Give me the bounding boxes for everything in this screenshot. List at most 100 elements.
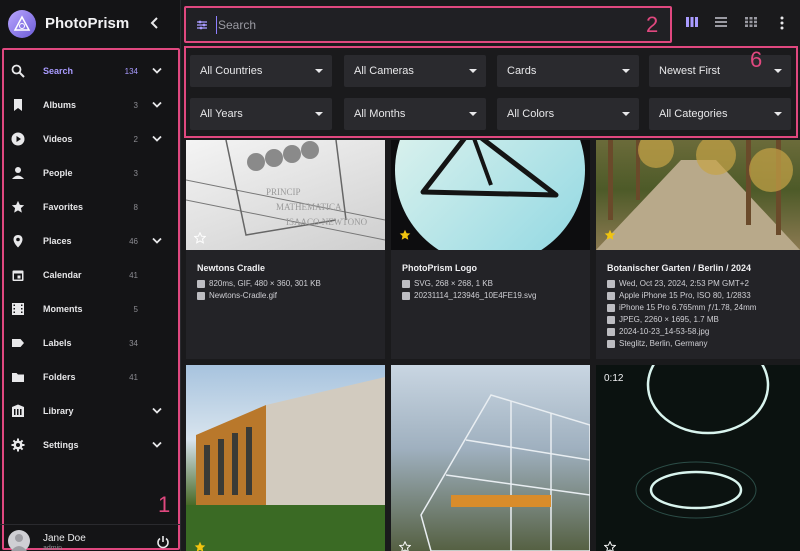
lens-icon — [607, 303, 615, 312]
sidebar: PhotoPrism Search 134 Albums 3 Videos 2 People… — [0, 0, 181, 551]
film-icon — [11, 302, 25, 316]
photo-thumbnail[interactable] — [186, 365, 385, 551]
svg-text:PRINCIP: PRINCIP — [266, 187, 301, 197]
photo-thumbnail[interactable] — [391, 140, 590, 250]
filter-color-select[interactable]: All Colors — [497, 98, 639, 130]
sidebar-item-moments[interactable]: Moments 5 — [0, 292, 181, 326]
sidebar-item-label: Albums — [43, 100, 77, 110]
chevron-down-icon[interactable] — [151, 65, 163, 77]
sidebar-item-favorites[interactable]: Favorites 8 — [0, 190, 181, 224]
chevron-down-icon[interactable] — [151, 235, 163, 247]
card-meta-line: 20231114_123946_10E4FE19.svg — [402, 291, 536, 300]
card-meta-line: iPhone 15 Pro 6.765mm ƒ/1.78, 24mm — [607, 303, 756, 312]
filter-country-select[interactable]: All Countries — [190, 55, 332, 87]
user-name: Jane Doe — [43, 533, 86, 544]
filter-toggle-icon[interactable] — [196, 19, 208, 31]
video-duration: 0:12 — [604, 373, 624, 384]
card-meta-line: 2024-10-23_14-53-58.jpg — [607, 327, 709, 336]
favorite-star-icon[interactable] — [604, 229, 616, 241]
sidebar-item-calendar[interactable]: Calendar 41 — [0, 258, 181, 292]
mosaic-view-icon[interactable] — [745, 17, 757, 27]
sidebar-item-videos[interactable]: Videos 2 — [0, 122, 181, 156]
card-title[interactable]: Botanischer Garten / Berlin / 2024 — [607, 263, 751, 273]
dropdown-arrow-icon — [622, 69, 630, 73]
photo-card-greenhouse[interactable] — [391, 365, 590, 551]
chevron-down-icon[interactable] — [151, 99, 163, 111]
app-title: PhotoPrism — [45, 15, 130, 32]
video-thumbnail[interactable] — [596, 365, 800, 551]
photo-thumbnail[interactable]: PRINCIP MATHEMATICA ISAACO NEWTONO — [186, 140, 385, 250]
video-card-light-rings[interactable]: 0:12 — [596, 365, 800, 551]
bookmark-icon — [11, 98, 25, 112]
filter-category-select[interactable]: All Categories — [649, 98, 791, 130]
card-title[interactable]: Newtons Cradle — [197, 263, 265, 273]
sidebar-item-people[interactable]: People 3 — [0, 156, 181, 190]
sidebar-item-label: Settings — [43, 440, 79, 450]
sidebar-item-label: Favorites — [43, 202, 84, 212]
play-icon — [11, 132, 25, 146]
calendar-icon — [607, 279, 615, 288]
card-meta-line: Newtons-Cradle.gif — [197, 291, 277, 300]
annotation-label-6: 6 — [750, 47, 763, 72]
person-icon — [11, 166, 25, 180]
video-file-icon — [197, 279, 205, 288]
sidebar-item-labels[interactable]: Labels 34 — [0, 326, 181, 360]
sidebar-item-places[interactable]: Places 46 — [0, 224, 181, 258]
card-meta-line: JPEG, 2260 × 1695, 1.7 MB — [607, 315, 719, 324]
filter-year-select[interactable]: All Years — [190, 98, 332, 130]
sidebar-item-search[interactable]: Search 134 — [0, 54, 181, 88]
favorite-star-icon[interactable] — [604, 541, 616, 551]
list-view-icon[interactable] — [715, 17, 727, 27]
dropdown-arrow-icon — [774, 69, 782, 73]
search-bar: 2 — [184, 6, 672, 43]
sidebar-item-label: Search — [43, 66, 74, 76]
dropdown-arrow-icon — [774, 112, 782, 116]
favorite-star-icon[interactable] — [399, 229, 411, 241]
filter-month-select[interactable]: All Months — [344, 98, 486, 130]
sidebar-item-albums[interactable]: Albums 3 — [0, 88, 181, 122]
photo-thumbnail[interactable] — [596, 140, 800, 250]
search-input[interactable] — [216, 16, 636, 34]
power-icon[interactable] — [156, 535, 170, 549]
star-icon — [11, 200, 25, 214]
image-file-icon — [607, 315, 615, 324]
chevron-down-icon[interactable] — [151, 405, 163, 417]
user-account[interactable]: Jane Doe admin — [0, 524, 181, 551]
avatar[interactable] — [8, 530, 30, 551]
sidebar-item-label: Library — [43, 406, 74, 416]
filter-view-select[interactable]: Cards — [497, 55, 639, 87]
filter-sort-select[interactable]: Newest First — [649, 55, 791, 87]
photo-card-photoprism-logo[interactable]: PhotoPrism Logo SVG, 268 × 268, 1 KB 202… — [391, 140, 590, 359]
sidebar-item-settings[interactable]: Settings — [0, 428, 181, 462]
collapse-sidebar-button[interactable] — [146, 14, 164, 32]
sidebar-item-label: Places — [43, 236, 72, 246]
chevron-down-icon[interactable] — [151, 133, 163, 145]
more-menu-icon[interactable] — [779, 15, 785, 31]
vector-file-icon — [402, 279, 410, 288]
dropdown-arrow-icon — [622, 112, 630, 116]
sidebar-item-library[interactable]: Library — [0, 394, 181, 428]
map-pin-icon — [11, 234, 25, 248]
cards-view-icon[interactable] — [686, 17, 698, 27]
dropdown-arrow-icon — [315, 69, 323, 73]
photo-thumbnail[interactable] — [391, 365, 590, 551]
card-meta-line: Apple iPhone 15 Pro, ISO 80, 1/2833 — [607, 291, 751, 300]
sidebar-item-count: 8 — [133, 202, 138, 212]
filter-camera-select[interactable]: All Cameras — [344, 55, 486, 87]
calendar-icon — [11, 268, 25, 282]
favorite-star-icon[interactable] — [399, 541, 411, 551]
sidebar-item-folders[interactable]: Folders 41 — [0, 360, 181, 394]
label-icon — [11, 336, 25, 350]
photo-card-newtons-cradle[interactable]: PRINCIP MATHEMATICA ISAACO NEWTONO Newtons… — [186, 140, 385, 359]
sidebar-item-count: 2 — [133, 134, 138, 144]
folder-icon — [11, 370, 25, 384]
sidebar-item-label: Labels — [43, 338, 72, 348]
favorite-star-icon[interactable] — [194, 232, 206, 244]
card-title[interactable]: PhotoPrism Logo — [402, 263, 477, 273]
annotation-label-2: 2 — [646, 12, 659, 37]
file-icon — [402, 291, 410, 300]
chevron-down-icon[interactable] — [151, 439, 163, 451]
favorite-star-icon[interactable] — [194, 541, 206, 551]
photo-card-botanischer-garten[interactable]: Botanischer Garten / Berlin / 2024 Wed, … — [596, 140, 800, 359]
photo-card-building[interactable] — [186, 365, 385, 551]
